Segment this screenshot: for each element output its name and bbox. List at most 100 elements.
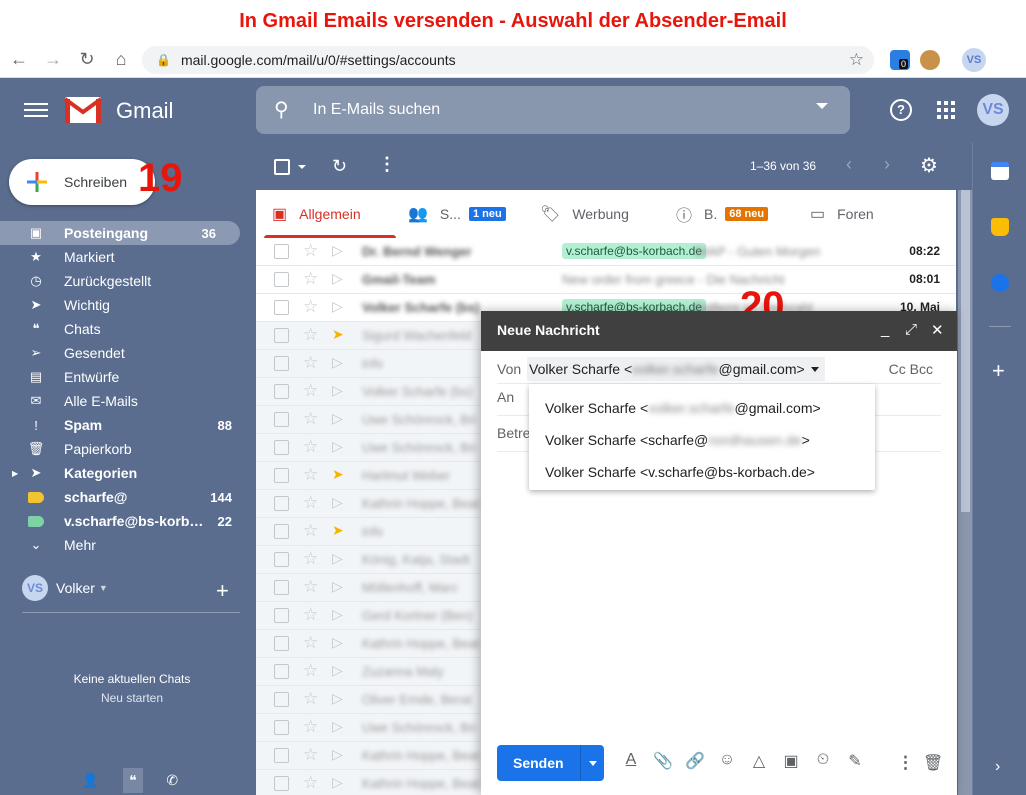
select-menu-caret-icon[interactable] — [298, 165, 306, 169]
row-checkbox[interactable] — [274, 776, 289, 791]
row-checkbox[interactable] — [274, 384, 289, 399]
row-checkbox[interactable] — [274, 468, 289, 483]
row-checkbox[interactable] — [274, 328, 289, 343]
sidebar-item[interactable]: ❝ Chats — [0, 317, 256, 341]
row-checkbox[interactable] — [274, 524, 289, 539]
new-chat-plus-icon[interactable]: + — [216, 578, 229, 604]
row-checkbox[interactable] — [274, 244, 289, 259]
sidebar-item[interactable]: ➢ Gesendet — [0, 341, 256, 365]
star-icon[interactable]: ☆ — [303, 409, 318, 429]
calendar-icon[interactable] — [991, 162, 1009, 180]
sidebar-item[interactable]: 🗑 Papierkorb — [0, 437, 256, 461]
search-options-caret-icon[interactable] — [816, 103, 828, 109]
important-marker-icon[interactable]: ▷ — [332, 242, 343, 259]
star-icon[interactable]: ☆ — [303, 745, 318, 765]
important-marker-icon[interactable]: ▷ — [332, 662, 343, 679]
important-marker-icon[interactable]: ▷ — [332, 494, 343, 511]
close-icon[interactable]: ✕ — [931, 321, 944, 339]
star-icon[interactable]: ☆ — [303, 661, 318, 681]
row-checkbox[interactable] — [274, 552, 289, 567]
important-marker-icon[interactable]: ▷ — [332, 410, 343, 427]
cc-bcc-link[interactable]: Cc Bcc — [889, 361, 933, 377]
from-caret-icon[interactable] — [811, 367, 819, 372]
star-icon[interactable]: ☆ — [303, 689, 318, 709]
back-icon[interactable]: ← — [4, 45, 34, 75]
category-tab[interactable]: ▭ Foren — [798, 190, 888, 238]
star-icon[interactable]: ☆ — [303, 241, 318, 261]
star-icon[interactable]: ☆ — [303, 521, 318, 541]
mail-row[interactable]: ☆ ▷ Dr. Bernd Wenger v.scharfe@bs-korbach.d… — [256, 238, 956, 266]
extension-icon[interactable]: 0 — [890, 50, 910, 70]
address-bar[interactable]: 🔒 mail.google.com/mail/u/0/#settings/acc… — [142, 46, 874, 74]
row-checkbox[interactable] — [274, 300, 289, 315]
important-marker-icon[interactable]: ➤ — [332, 326, 344, 343]
more-vert-icon[interactable]: ⋮ — [378, 154, 396, 175]
star-icon[interactable]: ☆ — [303, 381, 318, 401]
photo-icon[interactable]: ▣ — [775, 751, 807, 771]
important-marker-icon[interactable]: ▷ — [332, 774, 343, 791]
sidebar-item[interactable]: ★ Markiert — [0, 245, 256, 269]
star-icon[interactable]: ☆ — [303, 493, 318, 513]
keep-icon[interactable] — [991, 218, 1009, 236]
cookie-icon[interactable] — [920, 50, 940, 70]
from-select[interactable]: Volker Scharfe < volker.scharfe @gmail.com… — [527, 357, 825, 381]
send-button[interactable]: Senden — [497, 745, 604, 781]
account-avatar[interactable]: VS — [977, 94, 1009, 126]
mail-row[interactable]: ☆ ▷ Gmail-Team New order from greece - Die … — [256, 266, 956, 294]
row-checkbox[interactable] — [274, 412, 289, 427]
more-options-icon[interactable]: ⋮ — [897, 753, 914, 773]
minimize-icon[interactable]: _ — [881, 321, 889, 338]
link-icon[interactable]: 🔗 — [679, 751, 711, 771]
important-marker-icon[interactable]: ▷ — [332, 718, 343, 735]
person-icon[interactable]: 👤 — [82, 772, 99, 789]
important-marker-icon[interactable]: ▷ — [332, 606, 343, 623]
mail-list-scrollbar[interactable] — [958, 190, 972, 795]
row-checkbox[interactable] — [274, 692, 289, 707]
hangouts-chat-icon[interactable]: ❝ — [123, 768, 143, 793]
star-icon[interactable]: ☆ — [303, 269, 318, 289]
confidential-icon[interactable]: ⏲ — [807, 751, 839, 771]
sidebar-item[interactable]: ! Spam 88 — [0, 413, 256, 437]
refresh-icon[interactable]: ↻ — [332, 156, 347, 177]
sidebar-item[interactable]: v.scharfe@bs-korb… 22 — [0, 509, 256, 533]
select-all-checkbox[interactable] — [274, 159, 290, 175]
star-icon[interactable]: ☆ — [303, 577, 318, 597]
from-option[interactable]: Volker Scharfe <scharfe@ nordhausen.de > — [529, 424, 875, 456]
important-marker-icon[interactable]: ▷ — [332, 690, 343, 707]
menu-icon[interactable] — [24, 99, 48, 121]
search-input[interactable]: In E-Mails suchen — [313, 101, 440, 119]
gear-icon[interactable]: ⚙ — [920, 153, 938, 178]
important-marker-icon[interactable]: ➤ — [332, 522, 344, 539]
compose-button[interactable]: Schreiben — [9, 159, 155, 205]
search-icon[interactable]: ⚲ — [274, 97, 289, 122]
important-marker-icon[interactable]: ▷ — [332, 550, 343, 567]
star-icon[interactable]: ☆ — [303, 633, 318, 653]
row-checkbox[interactable] — [274, 748, 289, 763]
emoji-icon[interactable]: ☺ — [711, 751, 743, 771]
search-bar[interactable]: ⚲ In E-Mails suchen — [256, 86, 850, 134]
add-addon-plus-icon[interactable]: + — [992, 358, 1005, 384]
expand-panel-chevron-icon[interactable]: › — [995, 758, 1000, 776]
category-tab[interactable]: ▣ Allgemein — [256, 190, 396, 238]
star-icon[interactable]: ☆ — [303, 773, 318, 793]
sidebar-item[interactable]: ✉ Alle E-Mails — [0, 389, 256, 413]
reload-icon[interactable]: ↻ — [72, 45, 102, 75]
help-icon[interactable]: ? — [890, 99, 912, 121]
star-icon[interactable]: ☆ — [303, 297, 318, 317]
sidebar-item[interactable]: ➤ ▶ Kategorien — [0, 461, 256, 485]
hangouts-user[interactable]: VS Volker ▼ — [22, 575, 108, 601]
star-icon[interactable]: ☆ — [303, 549, 318, 569]
star-icon[interactable]: ☆ — [303, 717, 318, 737]
important-marker-icon[interactable]: ▷ — [332, 578, 343, 595]
bookmark-star-icon[interactable]: ☆ — [849, 50, 864, 70]
important-marker-icon[interactable]: ➤ — [332, 466, 344, 483]
row-checkbox[interactable] — [274, 272, 289, 287]
sidebar-item[interactable]: scharfe@ 144 — [0, 485, 256, 509]
compose-header[interactable]: Neue Nachricht _ ⤢ ✕ — [481, 311, 957, 351]
tasks-icon[interactable] — [991, 274, 1009, 292]
format-text-icon[interactable]: A — [615, 751, 647, 771]
forward-icon[interactable]: → — [38, 45, 68, 75]
drive-icon[interactable]: △ — [743, 751, 775, 771]
star-icon[interactable]: ☆ — [303, 465, 318, 485]
star-icon[interactable]: ☆ — [303, 437, 318, 457]
